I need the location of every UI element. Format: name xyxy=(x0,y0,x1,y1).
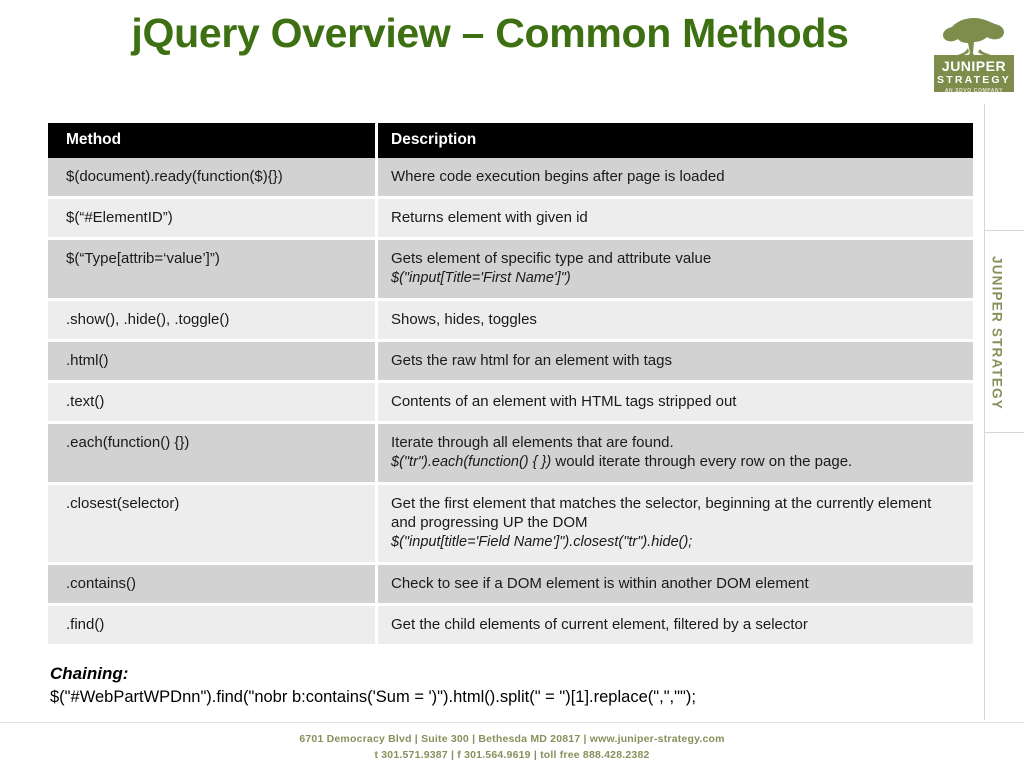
cell-description: Shows, hides, toggles xyxy=(378,301,973,342)
cell-method: $(“Type[attrib=‘value’]”) xyxy=(48,240,378,301)
table-row: .each(function() {}) Iterate through all… xyxy=(48,424,973,485)
cell-description: Returns element with given id xyxy=(378,199,973,240)
page-title: jQuery Overview – Common Methods xyxy=(131,10,849,56)
right-rail-brand-text: JUNIPER STRATEGY xyxy=(989,256,1005,410)
logo-juniper-text: JUNIPER xyxy=(941,58,1007,74)
methods-table: Method Description $(document).ready(fun… xyxy=(48,123,973,647)
cell-description: Get the child elements of current elemen… xyxy=(378,606,973,647)
cell-description: Where code execution begins after page i… xyxy=(378,158,973,199)
desc-text: Check to see if a DOM element is within … xyxy=(391,575,809,592)
cell-method: .each(function() {}) xyxy=(48,424,378,485)
table-row: $(document).ready(function($){}) Where c… xyxy=(48,158,973,199)
table-row: .find() Get the child elements of curren… xyxy=(48,606,973,647)
cell-method: .show(), .hide(), .toggle() xyxy=(48,301,378,342)
table-row: $(“Type[attrib=‘value’]”) Gets element o… xyxy=(48,240,973,301)
desc-code-sample: $("tr").each(function() { }) xyxy=(391,454,552,470)
cell-method: .contains() xyxy=(48,565,378,606)
table-row: .text() Contents of an element with HTML… xyxy=(48,383,973,424)
slide: jQuery Overview – Common Methods JUNIPER… xyxy=(0,0,1024,768)
logo-strategy-text: STRATEGY xyxy=(937,74,1011,86)
right-rail-divider xyxy=(984,104,985,720)
table-row: .closest(selector) Get the first element… xyxy=(48,485,973,565)
desc-text: Get the child elements of current elemen… xyxy=(391,616,808,633)
desc-tail-text: would iterate through every row on the p… xyxy=(551,453,853,470)
table-row: .show(), .hide(), .toggle() Shows, hides… xyxy=(48,301,973,342)
desc-text: Where code execution begins after page i… xyxy=(391,168,725,185)
footer-divider xyxy=(0,722,1024,723)
footer-phone-line: t 301.571.9387 | f 301.564.9619 | toll f… xyxy=(374,749,650,761)
cell-method: $(“#ElementID”) xyxy=(48,199,378,240)
cell-method: .find() xyxy=(48,606,378,647)
desc-text: Iterate through all elements that are fo… xyxy=(391,434,674,451)
logo-tagline-text: AN SDVO COMPANY xyxy=(944,88,1004,94)
cell-method: .closest(selector) xyxy=(48,485,378,565)
chaining-label: Chaining: xyxy=(50,664,129,683)
desc-text: Get the first element that matches the s… xyxy=(391,495,932,531)
column-header-method: Method xyxy=(48,123,378,158)
cell-description: Get the first element that matches the s… xyxy=(378,485,973,565)
right-rail-divider-bottom xyxy=(984,432,1024,433)
right-rail-divider-top xyxy=(984,230,1024,231)
desc-code-sample: $("input[Title='First Name']") xyxy=(391,270,571,286)
table-row: .html() Gets the raw html for an element… xyxy=(48,342,973,383)
desc-text: Returns element with given id xyxy=(391,209,588,226)
chaining-section: Chaining: $("#WebPartWPDnn").find("nobr … xyxy=(50,663,990,709)
desc-text: Shows, hides, toggles xyxy=(391,311,537,328)
table-body: $(document).ready(function($){}) Where c… xyxy=(48,158,973,647)
footer: 6701 Democracy Blvd | Suite 300 | Bethes… xyxy=(0,731,1024,763)
cell-method: .text() xyxy=(48,383,378,424)
cell-description: Gets the raw html for an element with ta… xyxy=(378,342,973,383)
table-header-row: Method Description xyxy=(48,123,973,158)
column-header-description: Description xyxy=(378,123,973,158)
chaining-code: $("#WebPartWPDnn").find("nobr b:contains… xyxy=(50,688,696,706)
cell-description: Gets element of specific type and attrib… xyxy=(378,240,973,301)
footer-address-line: 6701 Democracy Blvd | Suite 300 | Bethes… xyxy=(299,733,725,745)
cell-description: Contents of an element with HTML tags st… xyxy=(378,383,973,424)
desc-text: Gets element of specific type and attrib… xyxy=(391,250,712,267)
cell-method: $(document).ready(function($){}) xyxy=(48,158,378,199)
cell-description: Iterate through all elements that are fo… xyxy=(378,424,973,485)
desc-text: Contents of an element with HTML tags st… xyxy=(391,393,737,410)
desc-code-sample: $("input[title='Field Name']").closest("… xyxy=(391,534,693,550)
cell-method: .html() xyxy=(48,342,378,383)
table-row: $(“#ElementID”) Returns element with giv… xyxy=(48,199,973,240)
juniper-strategy-logo: JUNIPER STRATEGY AN SDVO COMPANY xyxy=(928,4,1020,100)
table-row: .contains() Check to see if a DOM elemen… xyxy=(48,565,973,606)
cell-description: Check to see if a DOM element is within … xyxy=(378,565,973,606)
desc-text: Gets the raw html for an element with ta… xyxy=(391,352,672,369)
